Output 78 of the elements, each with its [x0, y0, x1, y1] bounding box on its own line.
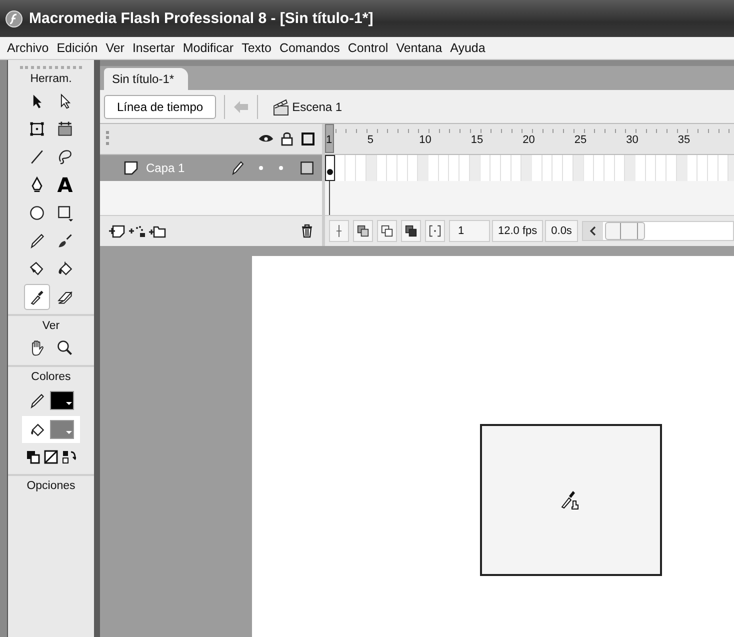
lock-icon[interactable] — [279, 132, 295, 146]
frame-number: 30 — [626, 134, 638, 146]
eyedropper-icon — [28, 288, 46, 306]
timeline-button[interactable]: Línea de tiempo — [104, 94, 216, 118]
brush-icon — [56, 232, 74, 250]
gradient-icon — [56, 120, 74, 138]
menu-item[interactable]: Ayuda — [450, 41, 486, 55]
pencil-icon — [28, 392, 46, 410]
menu-item[interactable]: Control — [348, 41, 388, 55]
scroll-thumb[interactable] — [604, 222, 645, 240]
color-swatch[interactable] — [50, 391, 74, 410]
section-title: Ver — [42, 319, 60, 334]
bracket-icon — [429, 225, 441, 237]
text-tool-button[interactable]: A — [52, 172, 78, 198]
frame-rate: 12.0 fps — [492, 220, 544, 242]
layered-squares-icon — [357, 225, 369, 237]
eraser-icon — [56, 288, 74, 306]
layer-icon — [124, 161, 138, 175]
frame-number: 1 — [326, 134, 332, 146]
frame-number: 15 — [470, 134, 484, 146]
frame-number: 5 — [367, 134, 374, 146]
pencil-icon — [28, 232, 46, 250]
outline-square-icon[interactable] — [300, 161, 314, 175]
elapsed-time: 0.0s — [545, 220, 578, 242]
keyframe[interactable] — [325, 155, 335, 181]
onion-skin-button[interactable] — [353, 220, 373, 242]
outline-icon[interactable] — [300, 132, 316, 146]
dot-icon[interactable] — [258, 165, 264, 171]
center-frame-button[interactable] — [329, 220, 349, 242]
menu-item[interactable]: Modificar — [182, 41, 234, 55]
menu-item[interactable]: Texto — [242, 41, 272, 55]
zoom-icon — [56, 339, 74, 357]
section-title: Colores — [31, 370, 71, 385]
no-color-icon[interactable] — [44, 450, 58, 464]
pencil-icon — [230, 161, 244, 175]
scroll-bar[interactable] — [582, 221, 734, 241]
frame-number: 10 — [419, 134, 432, 146]
clapboard-icon — [272, 98, 290, 116]
bucket-icon — [56, 260, 74, 278]
trash-icon[interactable] — [300, 224, 314, 238]
add-layer-icon[interactable] — [108, 224, 126, 238]
oval-icon — [28, 204, 46, 222]
default-colors-icon[interactable] — [26, 450, 40, 464]
section-title: Opciones — [26, 479, 76, 494]
lasso-icon — [56, 148, 74, 166]
onion-markers-button[interactable] — [425, 220, 445, 242]
current-frame: 1 — [449, 220, 490, 242]
document-tab[interactable]: Sin título-1* — [104, 68, 188, 90]
stacked-squares-icon — [405, 225, 417, 237]
section-title: Herram. — [30, 72, 72, 87]
menu-item[interactable]: Ver — [106, 41, 124, 55]
edit-frames-button[interactable] — [401, 220, 421, 242]
dot-icon[interactable] — [278, 165, 284, 171]
onion-outline-button[interactable] — [377, 220, 397, 242]
menu-item[interactable]: Ventana — [396, 41, 442, 55]
menu-item[interactable]: Comandos — [279, 41, 340, 55]
menu-item[interactable]: Archivo — [7, 41, 49, 55]
flash-logo-icon — [5, 10, 23, 28]
add-guide-icon[interactable] — [128, 224, 146, 238]
window-title: Macromedia Flash Professional 8 - [Sin título-1*] — [29, 10, 374, 27]
layer-name: Capa 1 — [146, 161, 185, 175]
color-control[interactable] — [22, 416, 80, 443]
menu-item[interactable]: Edición — [56, 41, 98, 55]
frame-number: 20 — [522, 134, 535, 146]
scene-name[interactable]: Escena 1 — [292, 100, 342, 114]
color-swatch[interactable] — [50, 420, 74, 439]
line-icon — [28, 148, 46, 166]
tool-button[interactable] — [24, 284, 50, 310]
frame-number: 35 — [678, 134, 690, 146]
playhead[interactable] — [325, 124, 334, 153]
outline-squares-icon — [381, 225, 393, 237]
frame-number: 25 — [574, 134, 587, 146]
transform-icon — [28, 120, 46, 138]
folder-icon[interactable] — [148, 224, 166, 238]
rect-icon — [56, 204, 74, 222]
swap-colors-icon[interactable] — [62, 450, 76, 464]
menu-item[interactable]: Insertar — [132, 41, 175, 55]
ink-icon — [28, 260, 46, 278]
